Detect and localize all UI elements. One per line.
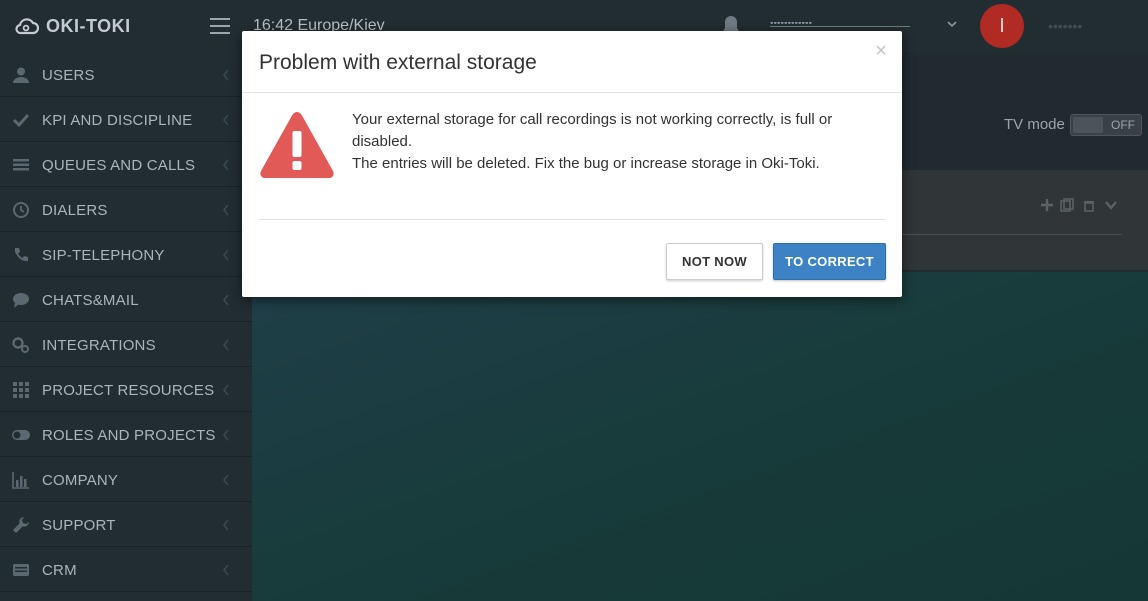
storage-problem-dialog: Problem with external storage × Your ext… [242, 31, 902, 297]
modal-divider [259, 219, 886, 220]
close-icon[interactable]: × [873, 41, 889, 61]
warning-icon [260, 112, 334, 178]
app-window: OKI-TOKI 16:42 Europe/Kiev •••••••••••• … [0, 0, 1148, 601]
modal-header: Problem with external storage × [242, 31, 902, 93]
modal-title: Problem with external storage [259, 51, 537, 74]
to-correct-button[interactable]: TO CORRECT [773, 243, 886, 280]
not-now-button[interactable]: NOT NOW [666, 243, 763, 280]
modal-message: Your external storage for call recording… [352, 109, 886, 175]
message-line-1: Your external storage for call recording… [352, 111, 833, 150]
message-line-2: The entries will be deleted. Fix the bug… [352, 155, 820, 172]
